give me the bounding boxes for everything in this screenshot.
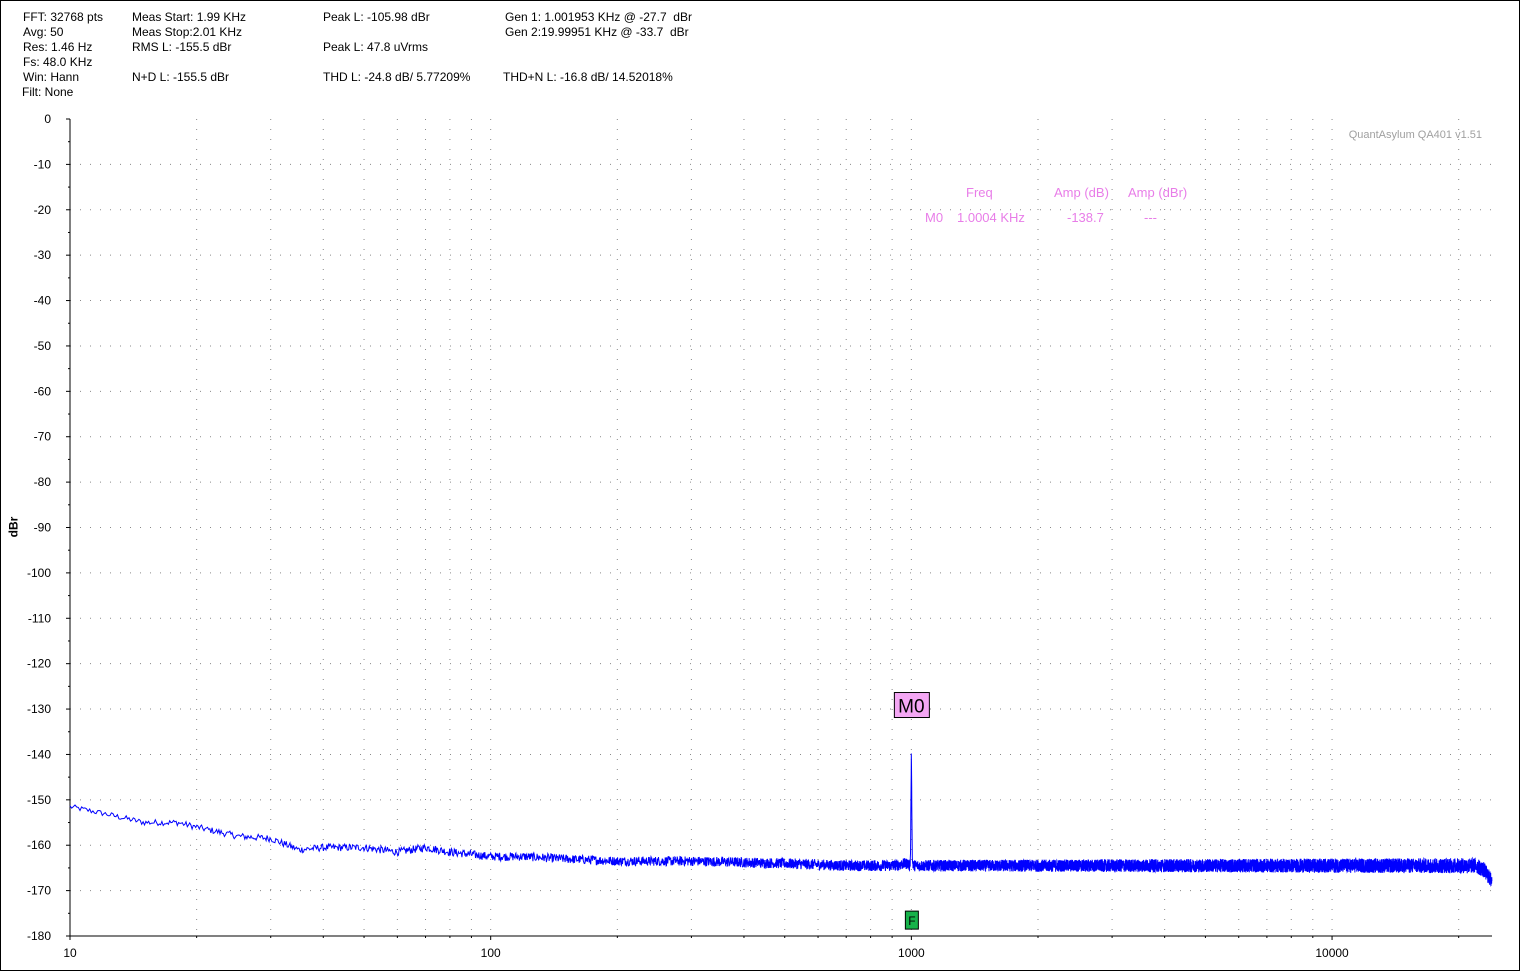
y-tick-label: -80: [34, 475, 52, 489]
y-tick-label: -10: [34, 157, 52, 171]
marker-row-freq: 1.0004 KHz: [957, 210, 1025, 225]
y-tick-label: -160: [27, 838, 51, 852]
marker-readout-table: Freq Amp (dB) Amp (dBr) M0 1.0004 KHz -138.7 -…: [925, 185, 1187, 225]
y-tick-label: -140: [27, 747, 51, 761]
y-tick-label: -40: [34, 294, 52, 308]
y-tick-label: 0: [44, 112, 51, 126]
x-tick-label: 10000: [1315, 946, 1349, 960]
spectrum-line: [69, 753, 1493, 887]
col-freq-header: Freq: [966, 185, 993, 200]
x-axis: 10 100 1000 10000: [63, 935, 1492, 960]
marker-row-amp-dbr: ---: [1144, 210, 1157, 225]
x-tick-label: 100: [481, 946, 501, 960]
marker-f-label: F: [908, 914, 915, 928]
y-axis: 0 -10 -20 -30 -40 -50 -60 -70 -80 -90 -100 -110 -120…: [27, 112, 71, 943]
y-tick-label: -60: [34, 384, 52, 398]
y-tick-label: -180: [27, 929, 51, 943]
y-tick-label: -100: [27, 566, 51, 580]
col-amp-db-header: Amp (dB): [1054, 185, 1109, 200]
marker-row-amp-db: -138.7: [1067, 210, 1104, 225]
y-tick-label: -150: [27, 793, 51, 807]
y-tick-label: -70: [34, 430, 52, 444]
y-tick-label: -130: [27, 702, 51, 716]
x-tick-label: 1000: [898, 946, 925, 960]
col-amp-dbr-header: Amp (dBr): [1128, 185, 1187, 200]
marker-row-name: M0: [925, 210, 943, 225]
y-tick-label: -90: [34, 521, 52, 535]
y-tick-label: -170: [27, 884, 51, 898]
grid-lines: [70, 119, 1492, 936]
y-tick-label: -110: [28, 611, 51, 625]
y-tick-label: -20: [34, 203, 52, 217]
series-layer: [69, 753, 1493, 887]
marker-m0-label: M0: [898, 697, 924, 718]
y-tick-label: -30: [34, 248, 52, 262]
y-tick-label: -120: [27, 657, 51, 671]
x-tick-label: 10: [63, 946, 77, 960]
y-tick-label: -50: [34, 339, 52, 353]
spectrum-plot[interactable]: 0 -10 -20 -30 -40 -50 -60 -70 -80 -90 -100 -110 -120…: [0, 0, 1520, 971]
